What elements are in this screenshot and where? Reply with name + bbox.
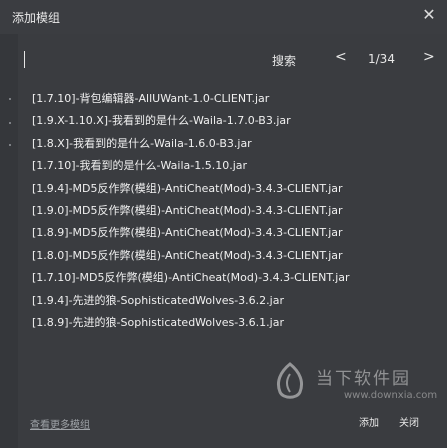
add-button[interactable]: 添加: [352, 413, 386, 435]
list-item[interactable]: [1.8.9]-MD5反作弊(模组)-AntiCheat(Mod)-3.4.3-…: [18, 222, 447, 244]
mod-results-list: [1.7.10]-背包编辑器-AllUWant-1.0-CLIENT.jar […: [18, 88, 447, 334]
prev-page-button[interactable]: <: [335, 49, 347, 65]
list-item[interactable]: [1.9.0]-MD5反作弊(模组)-AntiCheat(Mod)-3.4.3-…: [18, 200, 447, 222]
title-bar: 添加模组 ✕: [0, 0, 447, 34]
add-mod-dialog: 添加模组 ✕ 搜索 < 1/34 > [1.7.10]-背包编辑器-AllUWa…: [0, 0, 447, 448]
search-button[interactable]: 搜索: [272, 52, 296, 69]
watermark-logo-icon: [276, 362, 304, 399]
watermark: 当下软件园 www.downxia.com: [272, 356, 447, 416]
search-input[interactable]: [18, 46, 258, 74]
close-icon[interactable]: ✕: [419, 5, 439, 25]
watermark-url: www.downxia.com: [344, 390, 438, 401]
search-toolbar: 搜索 < 1/34 >: [18, 44, 447, 78]
edge-marker: [9, 98, 11, 100]
watermark-name: 当下软件园: [316, 369, 411, 389]
close-button[interactable]: 关闭: [392, 413, 426, 435]
text-caret: [24, 51, 25, 68]
list-item[interactable]: [1.8.X]-我看到的是什么-Waila-1.6.0-B3.jar: [18, 133, 447, 155]
edge-marker: [9, 144, 11, 146]
next-page-button[interactable]: >: [423, 49, 435, 65]
page-indicator: 1/34: [368, 52, 395, 66]
list-item[interactable]: [1.9.X-1.10.X]-我看到的是什么-Waila-1.7.0-B3.ja…: [18, 110, 447, 132]
list-item[interactable]: [1.7.10]-我看到的是什么-Waila-1.5.10.jar: [18, 155, 447, 177]
list-item[interactable]: [1.7.10]-背包编辑器-AllUWant-1.0-CLIENT.jar: [18, 88, 447, 110]
edge-marker: [9, 122, 11, 124]
list-item[interactable]: [1.8.9]-先进的狼-SophisticatedWolves-3.6.1.j…: [18, 312, 447, 334]
list-item[interactable]: [1.8.0]-MD5反作弊(模组)-AntiCheat(Mod)-3.4.3-…: [18, 245, 447, 267]
more-mods-link[interactable]: 查看更多模组: [30, 416, 90, 431]
left-edge-panel: [0, 34, 18, 448]
dialog-title: 添加模组: [12, 11, 61, 25]
list-item[interactable]: [1.7.10]-MD5反作弊(模组)-AntiCheat(Mod)-3.4.3…: [18, 267, 447, 289]
list-item[interactable]: [1.9.4]-先进的狼-SophisticatedWolves-3.6.2.j…: [18, 290, 447, 312]
list-item[interactable]: [1.9.4]-MD5反作弊(模组)-AntiCheat(Mod)-3.4.3-…: [18, 178, 447, 200]
